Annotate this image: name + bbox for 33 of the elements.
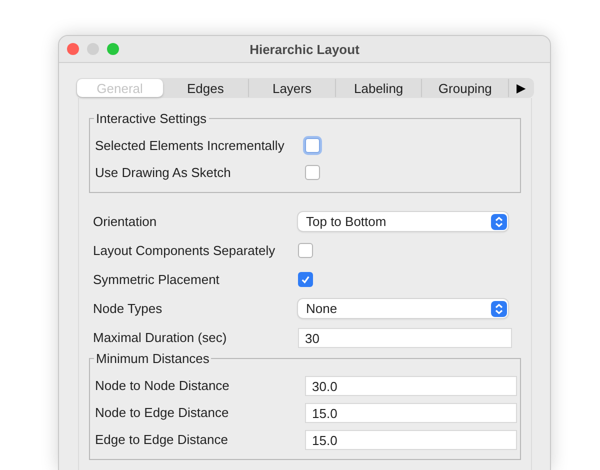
checkbox[interactable]: [298, 272, 313, 287]
tab[interactable]: Grouping: [422, 79, 509, 97]
zoom-button[interactable]: [107, 43, 119, 55]
close-button[interactable]: [67, 43, 79, 55]
chevron-icon: [491, 300, 507, 316]
checkbox[interactable]: [305, 165, 320, 180]
group-title: Interactive Settings: [94, 111, 209, 126]
dropdown[interactable]: None: [298, 299, 508, 318]
field-label: Node Types: [93, 301, 164, 316]
checkmark-icon: [300, 274, 311, 285]
minimize-button[interactable]: [87, 43, 99, 55]
dropdown[interactable]: Top to Bottom: [298, 212, 508, 231]
input-field[interactable]: 15.0: [305, 402, 517, 422]
field-label: Node to Node Distance: [95, 378, 230, 393]
field-label: Symmetric Placement: [93, 272, 220, 287]
tab[interactable]: Layers: [249, 79, 336, 97]
field-label: Maximal Duration (sec): [93, 330, 228, 345]
field-label: Edge to Edge Distance: [95, 432, 229, 447]
field-label: Orientation: [93, 214, 158, 229]
input-field[interactable]: 30.0: [305, 376, 517, 396]
field-label: Selected Elements Incrementally: [95, 138, 286, 153]
field-label: Use Drawing As Sketch: [95, 165, 232, 180]
chevron-icon: [491, 214, 507, 230]
tab[interactable]: Labeling: [336, 79, 422, 97]
more-tabs-button[interactable]: ▶: [508, 79, 533, 97]
field-label: Node to Edge Distance: [95, 405, 230, 420]
tab[interactable]: Edges: [162, 79, 250, 97]
input-field[interactable]: 30: [298, 328, 512, 348]
window-title: Hierarchic Layout: [248, 42, 360, 56]
input-field[interactable]: 15.0: [305, 430, 517, 450]
field-label: Layout Components Separately: [93, 243, 276, 258]
checkbox[interactable]: [298, 243, 313, 258]
group-title: Minimum Distances: [94, 351, 212, 366]
